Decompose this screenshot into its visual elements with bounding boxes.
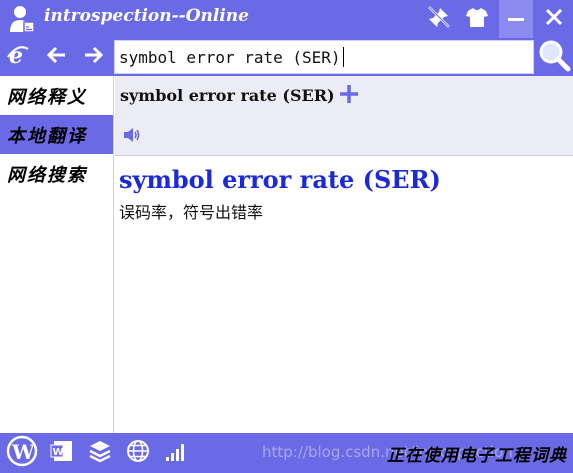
magnifier-icon — [537, 38, 571, 76]
sidebar-item-web-definition[interactable]: 网络释义 — [0, 76, 113, 115]
add-word-button[interactable] — [337, 84, 361, 108]
plus-icon — [338, 83, 360, 109]
minimize-icon — [507, 8, 525, 30]
entry-word: symbol error rate (SER) — [119, 165, 441, 194]
sidebar-item-web-search[interactable]: 网络搜索 — [0, 154, 113, 193]
svg-text:W: W — [11, 440, 35, 464]
pin-off-icon — [426, 4, 452, 34]
sidebar-item-label: 网络搜索 — [7, 164, 87, 186]
tshirt-icon — [465, 6, 489, 32]
wordpress-icon: W — [6, 435, 38, 471]
speaker-icon — [122, 128, 142, 148]
sidebar-item-label: 网络释义 — [7, 86, 87, 108]
pronounce-button[interactable] — [122, 126, 142, 144]
window-title: introspection--Online — [44, 6, 249, 26]
pin-button[interactable] — [422, 0, 456, 38]
word-header: symbol error rate (SER) — [115, 76, 573, 156]
title-bar: introspection--Online — [0, 0, 573, 38]
layers-button[interactable] — [84, 437, 116, 469]
signal-button[interactable] — [160, 437, 192, 469]
browser-button[interactable]: e — [0, 38, 36, 76]
definition-panel: symbol error rate (SER) 误码率，符号出错率 — [115, 157, 573, 433]
sidebar: 网络释义 本地翻译 网络搜索 — [0, 76, 114, 433]
word-doc-button[interactable]: W — [46, 437, 78, 469]
arrow-left-icon — [45, 45, 67, 69]
arrow-right-icon — [83, 45, 105, 69]
text-caret — [342, 47, 344, 67]
entry-definition: 误码率，符号出错率 — [119, 203, 264, 222]
sidebar-item-label: 本地翻译 — [7, 125, 87, 147]
ie-browser-icon: e — [6, 43, 30, 71]
search-button[interactable] — [534, 38, 573, 76]
search-input[interactable]: symbol error rate (SER) — [114, 40, 534, 74]
sidebar-item-local-translation[interactable]: 本地翻译 — [0, 115, 113, 154]
forward-button[interactable] — [76, 38, 112, 76]
globe-icon — [126, 439, 150, 467]
signal-strength-icon — [164, 439, 188, 467]
close-icon — [545, 8, 563, 30]
svg-text:W: W — [53, 447, 64, 458]
status-text: 正在使用电子工程词典 — [387, 446, 567, 466]
word-document-icon: W — [50, 439, 74, 467]
wordpress-button[interactable]: W — [6, 435, 38, 471]
close-button[interactable] — [537, 0, 571, 38]
header-word: symbol error rate (SER) — [120, 86, 335, 105]
globe-button[interactable] — [122, 437, 154, 469]
layers-icon — [88, 439, 112, 467]
minimize-button[interactable] — [499, 0, 533, 38]
status-bar: W W http://blog.csdn.net/introspection 正… — [0, 433, 573, 473]
back-button[interactable] — [38, 38, 74, 76]
user-icon — [8, 4, 36, 34]
search-query: symbol error rate (SER) — [119, 47, 341, 67]
skin-button[interactable] — [460, 0, 494, 38]
